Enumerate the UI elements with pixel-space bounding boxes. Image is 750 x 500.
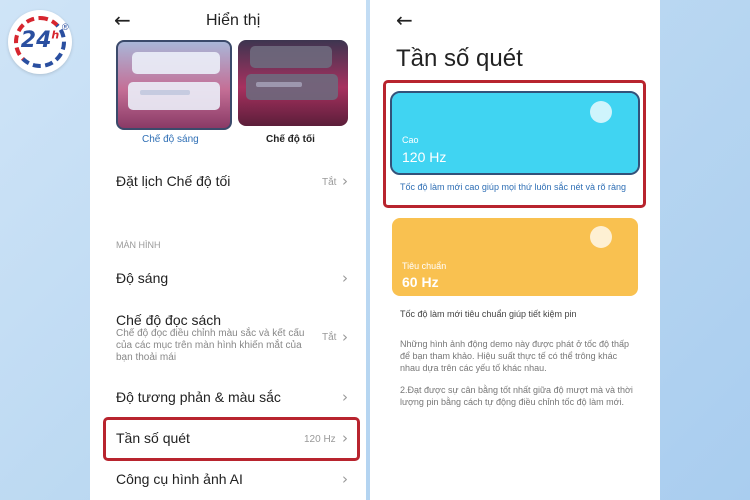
section-label: MÀN HÌNH — [116, 240, 161, 250]
preview-card — [128, 82, 220, 110]
light-mode-label[interactable]: Chế độ sáng — [142, 134, 199, 145]
preview-card — [250, 46, 332, 68]
row-title: Công cụ hình ảnh AI — [116, 471, 243, 487]
standard-refresh-option[interactable]: Tiêu chuẩn 60 Hz — [392, 218, 638, 296]
chevron-right-icon: › — [342, 388, 348, 406]
arrow-left-icon[interactable]: ← — [396, 8, 413, 32]
radio-knob-icon — [590, 226, 612, 248]
demo-note: Những hình ảnh động demo này được phát ở… — [400, 339, 630, 373]
registered-mark: ® — [62, 22, 69, 32]
preview-line — [256, 82, 302, 87]
preview-card — [132, 52, 220, 74]
chevron-right-icon: › — [342, 328, 348, 346]
chevron-right-icon: › — [342, 269, 348, 287]
page-title: Hiển thị — [206, 12, 261, 29]
option-value: 60 Hz — [402, 274, 439, 290]
preview-card — [246, 74, 338, 100]
refresh-rate-panel: ← Tần số quét Cao 120 Hz Tốc độ làm mới … — [370, 0, 660, 500]
row-description: Chế độ đọc điều chỉnh màu sắc và kết cấu… — [116, 328, 305, 363]
row-title: Độ tương phản & màu sắc — [116, 389, 281, 405]
row-value: Tắt — [322, 332, 337, 343]
page-title: Tần số quét — [396, 45, 523, 72]
row-title: Đặt lịch Chế độ tối — [116, 173, 231, 189]
option-label: Tiêu chuẩn — [402, 261, 447, 271]
chevron-right-icon: › — [342, 470, 348, 488]
balance-note: 2.Đạt được sự cân bằng tốt nhất giữa độ … — [400, 385, 633, 407]
preview-line — [140, 90, 190, 95]
high-option-highlight — [383, 80, 646, 208]
row-title: Chế độ đọc sách — [116, 312, 222, 328]
dark-mode-label[interactable]: Chế độ tối — [266, 134, 315, 145]
arrow-left-icon[interactable]: ← — [114, 8, 131, 32]
chevron-right-icon: › — [342, 172, 348, 190]
row-value: Tắt — [322, 177, 337, 188]
standard-refresh-description: Tốc độ làm mới tiêu chuẩn giúp tiết kiệm… — [400, 309, 577, 319]
light-mode-preview[interactable] — [116, 40, 232, 130]
site-logo: 24h ® — [8, 10, 72, 74]
refresh-rate-highlight — [103, 417, 360, 461]
row-title: Độ sáng — [116, 270, 169, 286]
dark-mode-preview[interactable] — [238, 40, 348, 126]
